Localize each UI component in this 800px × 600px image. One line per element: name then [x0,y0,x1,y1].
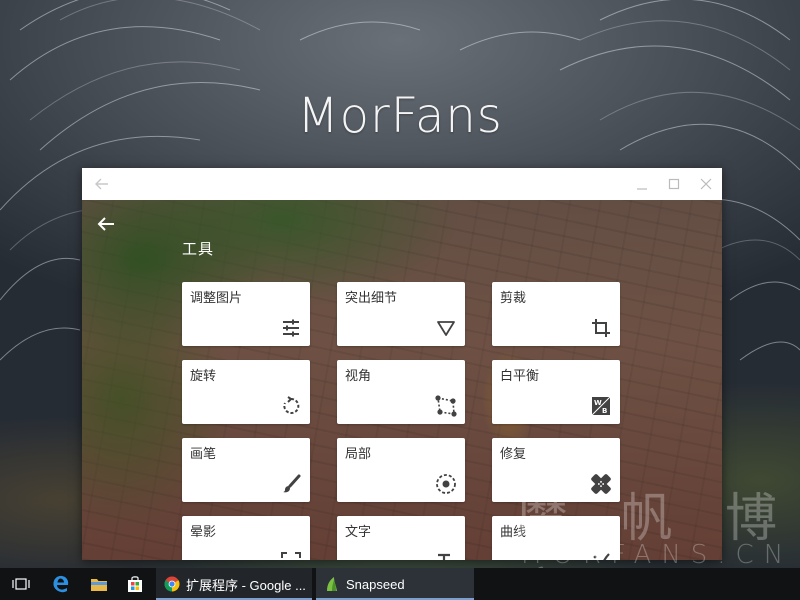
tool-card-details[interactable]: 突出细节 [337,282,465,346]
tool-card-perspective[interactable]: 视角 [337,360,465,424]
tool-label: 旋转 [190,368,217,383]
tool-label: 白平衡 [500,368,540,383]
white-balance-icon: W B [590,395,612,417]
tool-label: 调整图片 [190,290,243,305]
tool-label: 剪裁 [500,290,527,305]
svg-text:W: W [594,399,602,407]
tool-card-selective[interactable]: 局部 [337,438,465,502]
taskbar-item-label: Snapseed [346,576,405,592]
watermark-en: MORFANS.CN [520,540,794,570]
chrome-icon [164,576,180,592]
tool-label: 局部 [345,446,372,461]
tune-sliders-icon [280,317,302,339]
tool-label: 视角 [345,368,372,383]
section-title: 工具 [182,241,215,258]
tool-card-tune-image[interactable]: 调整图片 [182,282,310,346]
brand-title: MorFans [297,88,503,144]
taskbar-item-chrome[interactable]: 扩展程序 - Google ... [156,568,312,600]
window-titlebar[interactable] [82,168,722,200]
tool-card-vignette[interactable]: 晕影 [182,516,310,560]
taskbar: 扩展程序 - Google ... Snapseed [0,568,800,600]
tool-card-rotate[interactable]: 旋转 [182,360,310,424]
brush-icon [280,473,302,495]
text-icon [435,551,457,560]
taskbar-item-snapseed[interactable]: Snapseed [316,568,474,600]
triangle-down-icon [435,317,457,339]
maximize-icon[interactable] [658,168,690,200]
minimize-icon[interactable] [626,168,658,200]
taskbar-item-label: 扩展程序 - Google ... [186,577,306,593]
rotate-icon [280,395,302,417]
crop-icon [590,317,612,339]
task-view-icon[interactable] [2,568,40,600]
tool-label: 文字 [345,524,372,539]
tool-card-text[interactable]: 文字 [337,516,465,560]
file-explorer-icon[interactable] [80,568,118,600]
vignette-icon [280,551,302,560]
store-icon[interactable] [116,568,154,600]
snapseed-icon [324,576,340,592]
tool-label: 晕影 [190,524,217,539]
selective-icon [435,473,457,495]
tool-label: 修复 [500,446,527,461]
tool-card-white-balance[interactable]: 白平衡 W B [492,360,620,424]
perspective-icon [435,395,457,417]
svg-text:B: B [602,407,607,415]
close-icon[interactable] [690,168,722,200]
edge-icon[interactable] [42,568,80,600]
tool-card-crop[interactable]: 剪裁 [492,282,620,346]
tool-label: 突出细节 [345,290,398,305]
window-back-icon[interactable] [86,168,118,200]
tool-label: 画笔 [190,446,217,461]
back-arrow-icon[interactable] [94,212,118,236]
tool-card-brush[interactable]: 画笔 [182,438,310,502]
